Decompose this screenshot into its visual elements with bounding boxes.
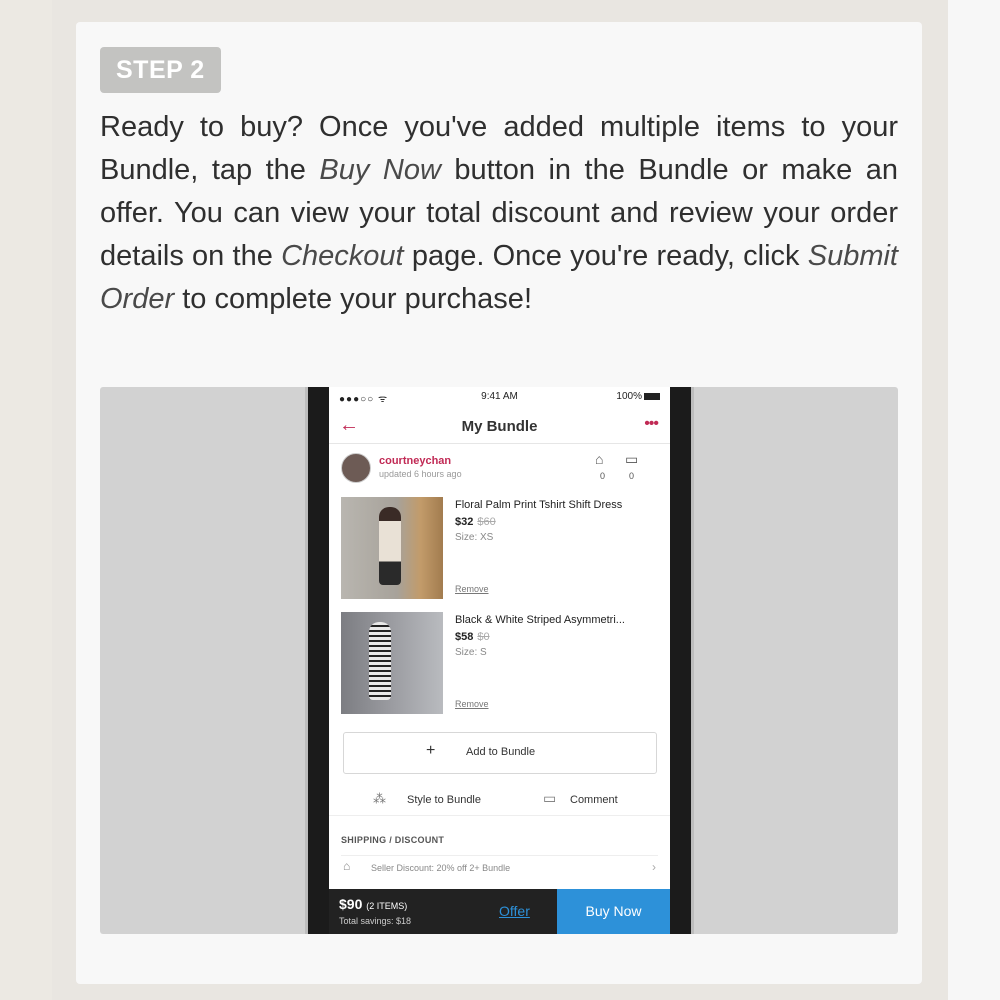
plus-icon: + <box>426 742 436 759</box>
phone-bezel-right <box>691 387 694 934</box>
battery-indicator: 100% <box>616 391 660 402</box>
nav-bar: ← My Bundle ••• <box>329 409 670 444</box>
seller-row: courtneychan updated 6 hours ago ⌂ ▭ 0 0 <box>329 447 670 487</box>
phone-device: ●●●○○ ᯤ 9:41 AM 100% ← My Bundle ••• cou… <box>305 387 694 934</box>
page-background-right <box>948 0 1000 1000</box>
shipping-heading: SHIPPING / DISCOUNT <box>341 835 445 845</box>
list-item: Floral Palm Print Tshirt Shift Dress $32… <box>329 497 670 603</box>
remove-link[interactable]: Remove <box>455 584 489 594</box>
avatar[interactable] <box>341 453 371 483</box>
chevron-right-icon: › <box>652 860 656 874</box>
seller-name[interactable]: courtneychan <box>379 455 451 467</box>
style-hanger-icon[interactable]: ⁂ <box>373 791 386 807</box>
comment-button[interactable]: Comment <box>570 794 618 806</box>
items-count: (2 ITEMS) <box>366 901 408 911</box>
hanger-icon[interactable]: ⌂ <box>595 451 603 467</box>
battery-icon <box>644 392 660 400</box>
seller-updated: updated 6 hours ago <box>379 469 462 479</box>
list-item: Black & White Striped Asymmetri... $58 $0… <box>329 612 670 718</box>
comment-icon[interactable]: ▭ <box>543 790 556 807</box>
like-count: 0 <box>600 471 606 481</box>
style-to-bundle-button[interactable]: Style to Bundle <box>407 794 481 806</box>
more-dots-icon[interactable]: ••• <box>644 415 659 433</box>
battery-percent: 100% <box>616 391 642 402</box>
item-price-value: $58 <box>455 631 474 643</box>
item-price-value: $32 <box>455 516 474 528</box>
item-size: Size: S <box>455 647 487 658</box>
model-figure <box>379 507 401 585</box>
bundle-total: $90 (2 ITEMS) <box>339 896 407 912</box>
status-bar: ●●●○○ ᯤ 9:41 AM 100% <box>329 389 670 405</box>
total-savings: Total savings: $18 <box>339 916 412 926</box>
add-to-bundle-label: Add to Bundle <box>466 746 536 758</box>
checkout-emphasis: Checkout <box>281 240 404 272</box>
step-badge: STEP 2 <box>100 47 221 93</box>
item-name[interactable]: Black & White Striped Asymmetri... <box>455 614 625 626</box>
paragraph-text-3: page. Once you're ready, click <box>403 240 808 272</box>
total-price: $90 <box>339 896 363 912</box>
offer-button[interactable]: Offer <box>499 903 530 919</box>
model-figure <box>369 622 391 700</box>
item-price: $58 $0 <box>455 631 490 643</box>
seller-discount-row[interactable]: ⌂ Seller Discount: 20% off 2+ Bundle › <box>341 855 658 878</box>
comment-bubble-icon[interactable]: ▭ <box>625 451 638 468</box>
remove-link[interactable]: Remove <box>455 699 489 709</box>
buy-now-button[interactable]: Buy Now <box>557 889 670 934</box>
discount-text: Seller Discount: 20% off 2+ Bundle <box>371 863 511 873</box>
item-size: Size: XS <box>455 532 494 543</box>
comment-count: 0 <box>629 471 635 481</box>
bundle-actions: ⁂ Style to Bundle ▭ Comment <box>329 785 670 816</box>
item-original-price: $0 <box>477 631 490 643</box>
price-tag-icon: ⌂ <box>343 859 351 873</box>
screenshot-frame: ●●●○○ ᯤ 9:41 AM 100% ← My Bundle ••• cou… <box>100 387 898 934</box>
item-photo[interactable] <box>341 612 443 714</box>
item-name[interactable]: Floral Palm Print Tshirt Shift Dress <box>455 499 622 511</box>
page-background-left <box>0 0 52 1000</box>
bundle-screen: ●●●○○ ᯤ 9:41 AM 100% ← My Bundle ••• cou… <box>329 387 670 934</box>
checkout-footer: $90 (2 ITEMS) Total savings: $18 Offer B… <box>329 889 670 934</box>
add-to-bundle-button[interactable]: + Add to Bundle <box>343 732 657 774</box>
phone-bezel-left <box>305 387 308 934</box>
instruction-card: STEP 2 Ready to buy? Once you've added m… <box>76 22 922 984</box>
item-price: $32 $60 <box>455 516 496 528</box>
item-original-price: $60 <box>477 516 496 528</box>
item-photo[interactable] <box>341 497 443 599</box>
page-title: My Bundle <box>461 418 538 435</box>
buy-now-emphasis: Buy Now <box>319 154 441 186</box>
instruction-paragraph: Ready to buy? Once you've added multiple… <box>100 106 898 321</box>
paragraph-text-4: to complete your purchase! <box>174 283 532 315</box>
